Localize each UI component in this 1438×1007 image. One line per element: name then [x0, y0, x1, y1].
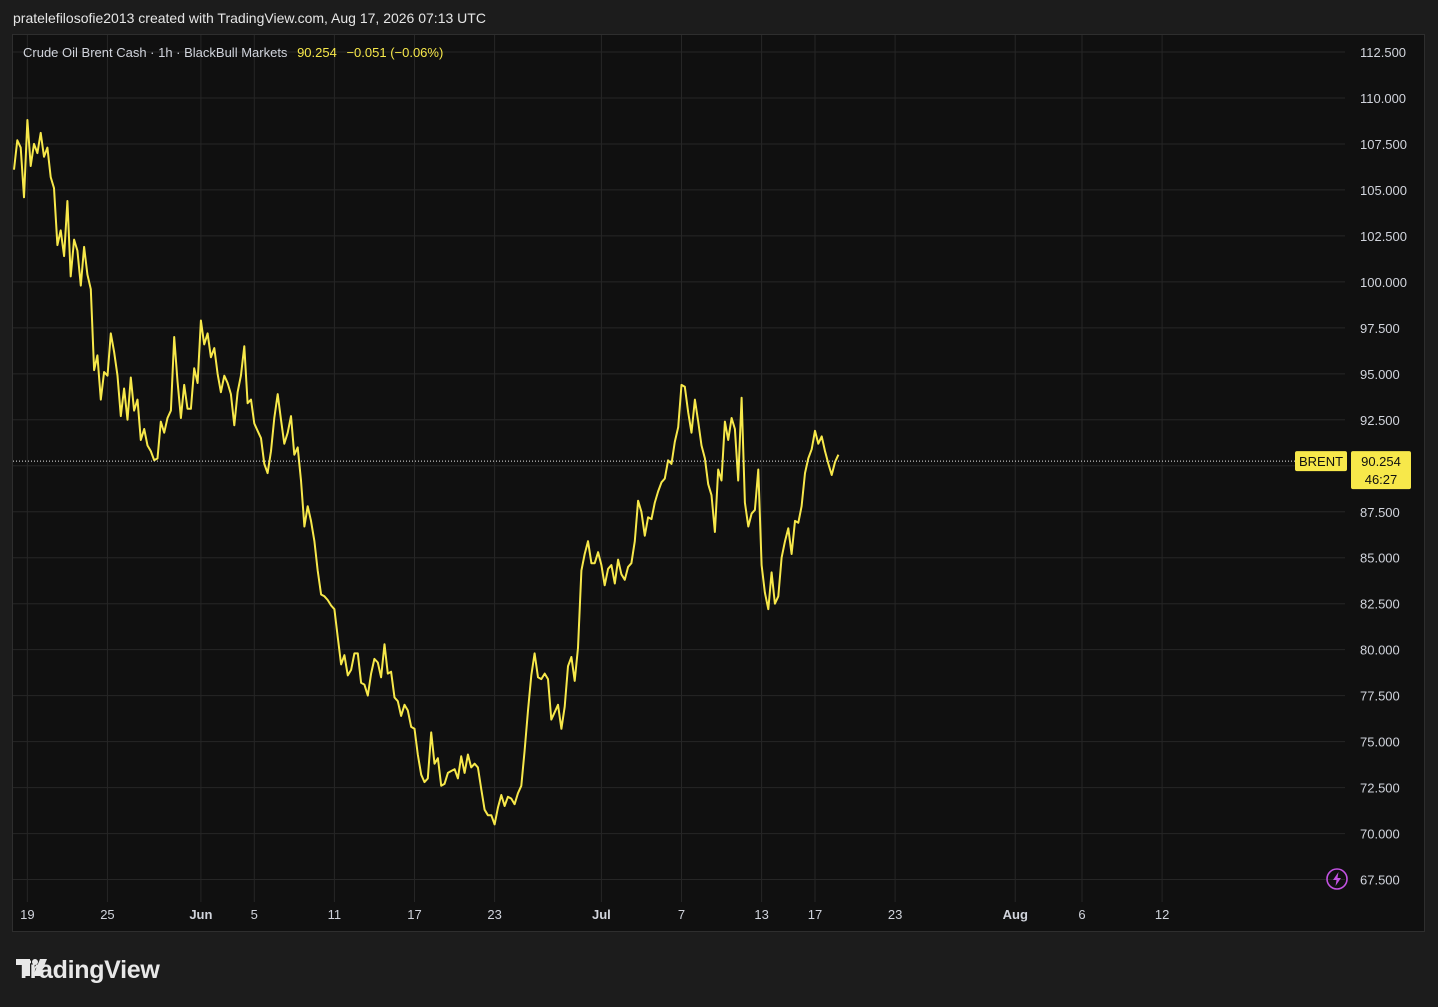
x-tick-label: 17	[407, 907, 421, 922]
symbol-legend: Crude Oil Brent Cash · 1h · BlackBull Ma…	[23, 45, 443, 60]
y-tick-label: 85.000	[1360, 551, 1400, 566]
y-tick-label: 80.000	[1360, 643, 1400, 658]
x-tick-label: 23	[888, 907, 902, 922]
last-price-value: 90.254	[1361, 454, 1401, 469]
x-tick-label: 17	[808, 907, 822, 922]
y-tick-label: 112.500	[1360, 45, 1406, 60]
y-tick-label: 105.000	[1360, 183, 1407, 198]
lightning-bolt-icon[interactable]	[1326, 868, 1348, 890]
x-tick-label: 13	[754, 907, 768, 922]
x-tick-label: Jul	[592, 907, 611, 922]
tradingview-logo-icon	[16, 959, 47, 976]
x-tick-label: 5	[251, 907, 258, 922]
ticker-badge-text: BRENT	[1299, 454, 1343, 469]
price-chart[interactable]: 112.500 110.000 107.500 105.000 102.500 100.0…	[0, 0, 1438, 1007]
x-tick-label: 7	[678, 907, 685, 922]
y-tick-label: 100.000	[1360, 275, 1407, 290]
y-tick-label: 97.500	[1360, 321, 1400, 336]
y-tick-label: 102.500	[1360, 229, 1407, 244]
x-tick-label: 23	[487, 907, 501, 922]
time-axis: 19 25 Jun 5 11 17 23 Jul 7 13 17 23 Aug 6 12	[20, 907, 1169, 922]
x-tick-label: 25	[100, 907, 114, 922]
y-tick-label: 77.500	[1360, 689, 1400, 704]
y-tick-label: 92.500	[1360, 413, 1400, 428]
bar-countdown: 46:27	[1365, 472, 1398, 487]
x-tick-label: 6	[1078, 907, 1085, 922]
y-tick-label: 110.000	[1360, 91, 1406, 106]
y-tick-label: 70.000	[1360, 827, 1400, 842]
y-tick-label: 82.500	[1360, 597, 1400, 612]
legend-price: 90.254	[297, 45, 337, 60]
x-tick-label: 19	[20, 907, 34, 922]
last-price-tag: BRENT 90.254 46:27	[1295, 451, 1411, 490]
y-tick-label: 72.500	[1360, 781, 1400, 796]
brent-price-line	[13, 119, 840, 826]
y-tick-label: 67.500	[1360, 873, 1400, 888]
y-tick-label: 75.000	[1360, 735, 1400, 750]
grid-lines	[13, 35, 1345, 902]
y-tick-label: 95.000	[1360, 367, 1400, 382]
x-tick-label: 11	[328, 907, 342, 922]
symbol-description: Crude Oil Brent Cash · 1h · BlackBull Ma…	[23, 45, 288, 60]
x-tick-label: Jun	[189, 907, 212, 922]
tradingview-logo[interactable]: TradingView	[16, 956, 160, 985]
y-tick-label: 87.500	[1360, 505, 1400, 520]
x-tick-label: 12	[1155, 907, 1169, 922]
x-tick-label: Aug	[1003, 907, 1028, 922]
y-tick-label: 107.500	[1360, 137, 1407, 152]
legend-change: −0.051 (−0.06%)	[346, 45, 444, 60]
